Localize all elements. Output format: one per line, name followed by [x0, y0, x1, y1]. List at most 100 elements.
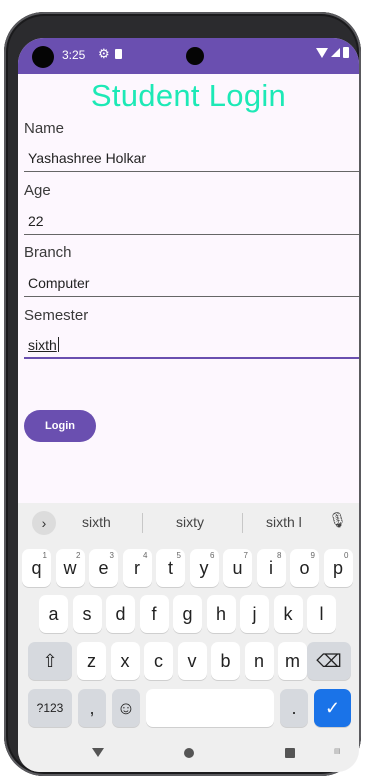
backspace-key[interactable]: ⌫ [307, 642, 351, 680]
name-value: Yashashree Holkar [28, 150, 147, 166]
key-v[interactable]: v [177, 642, 207, 680]
name-label: Name [24, 120, 65, 137]
key-label: d [115, 603, 126, 624]
name-field[interactable]: Yashashree Holkar [24, 144, 359, 172]
key-h[interactable]: h [206, 595, 236, 633]
key-hint: 8 [277, 551, 282, 560]
key-label: h [215, 603, 226, 624]
page-title: Student Login [90, 78, 287, 113]
front-camera-icon [186, 47, 204, 65]
key-label: r [134, 557, 140, 578]
key-label: y [199, 557, 209, 578]
suggestion-2[interactable]: sixty [176, 514, 204, 530]
key-y[interactable]: y6 [189, 549, 219, 587]
back-icon[interactable] [92, 748, 104, 757]
navigation-bar: ▤ [18, 735, 359, 772]
key-d[interactable]: d [106, 595, 135, 633]
home-icon[interactable] [184, 748, 194, 758]
key-label: t [167, 557, 173, 578]
key-u[interactable]: u7 [223, 549, 252, 587]
key-z[interactable]: z [77, 642, 106, 680]
key-label: s [82, 603, 92, 624]
text-caret [57, 337, 60, 352]
status-indicators [316, 47, 349, 58]
suggestion-3[interactable]: sixth l [266, 514, 302, 530]
key-hint: 3 [109, 551, 114, 560]
shift-icon: ⇧ [42, 650, 58, 671]
comma-key[interactable]: , [78, 689, 106, 727]
key-b[interactable]: b [211, 642, 240, 680]
key-label: p [332, 557, 343, 578]
login-button[interactable]: Login [24, 410, 96, 442]
suggestion-1[interactable]: sixth [82, 514, 111, 530]
key-q[interactable]: q1 [22, 549, 51, 587]
key-r[interactable]: r4 [122, 549, 152, 587]
key-a[interactable]: a [39, 595, 68, 633]
key-label: j [252, 603, 257, 624]
key-label: f [151, 603, 157, 624]
key-m[interactable]: m [278, 642, 307, 680]
shift-key[interactable]: ⇧ [28, 642, 72, 680]
period-key[interactable]: . [280, 689, 308, 727]
keyboard: › sixth sixty sixth l 🎙 q1w2e3r4t5y6u7i8… [18, 503, 359, 735]
branch-field[interactable]: Computer [24, 269, 359, 297]
semester-label: Semester [24, 307, 89, 324]
key-j[interactable]: j [240, 595, 269, 633]
key-label: v [187, 650, 197, 671]
key-label: e [98, 557, 109, 578]
symbols-key[interactable]: ?123 [28, 689, 72, 727]
chevron-right-icon[interactable]: › [32, 511, 56, 535]
key-label: b [220, 650, 231, 671]
enter-key[interactable]: ✓ [314, 689, 351, 727]
age-field[interactable]: 22 [24, 207, 359, 235]
age-value: 22 [28, 213, 44, 229]
sim-card-icon [115, 49, 122, 59]
status-time: 3:25 [62, 48, 86, 62]
key-hint: 1 [42, 551, 47, 560]
key-hint: 7 [243, 551, 248, 560]
key-label: c [154, 650, 163, 671]
key-s[interactable]: s [72, 595, 102, 633]
key-label: k [283, 603, 293, 624]
key-l[interactable]: l [307, 595, 336, 633]
key-hint: 6 [210, 551, 215, 560]
key-hint: 2 [76, 551, 81, 560]
key-k[interactable]: k [273, 595, 303, 633]
backspace-icon: ⌫ [316, 650, 342, 671]
key-x[interactable]: x [110, 642, 140, 680]
age-label: Age [24, 182, 51, 199]
suggestion-divider [142, 513, 143, 533]
key-label: o [299, 557, 310, 578]
signal-icon [331, 48, 340, 57]
key-e[interactable]: e3 [89, 549, 118, 587]
emoji-icon: ☺ [116, 697, 136, 718]
key-f[interactable]: f [139, 595, 169, 633]
suggestion-strip: › sixth sixty sixth l 🎙 [18, 503, 359, 543]
key-c[interactable]: c [144, 642, 173, 680]
key-p[interactable]: p0 [323, 549, 353, 587]
suggestion-divider [242, 513, 243, 533]
key-hint: 5 [176, 551, 181, 560]
key-label: u [232, 557, 243, 578]
keyboard-switch-icon[interactable]: ▤ [334, 747, 342, 755]
battery-icon [343, 47, 349, 58]
key-n[interactable]: n [244, 642, 274, 680]
key-o[interactable]: o9 [290, 549, 319, 587]
key-w[interactable]: w2 [55, 549, 85, 587]
recents-icon[interactable] [285, 748, 295, 758]
microphone-icon[interactable]: 🎙 [328, 511, 347, 529]
space-bar[interactable] [146, 689, 274, 727]
key-t[interactable]: t5 [156, 549, 185, 587]
key-g[interactable]: g [173, 595, 202, 633]
key-label: m [285, 650, 300, 671]
key-hint: 0 [344, 551, 349, 560]
key-label: l [319, 603, 324, 624]
key-label: x [120, 650, 130, 671]
key-label: g [182, 603, 193, 624]
gear-icon: ⚙ [98, 46, 110, 61]
key-label: i [269, 557, 273, 578]
semester-field[interactable]: sixth [24, 331, 359, 359]
camera-dot-icon [32, 46, 54, 68]
key-i[interactable]: i8 [256, 549, 286, 587]
emoji-key[interactable]: ☺ [112, 689, 140, 727]
